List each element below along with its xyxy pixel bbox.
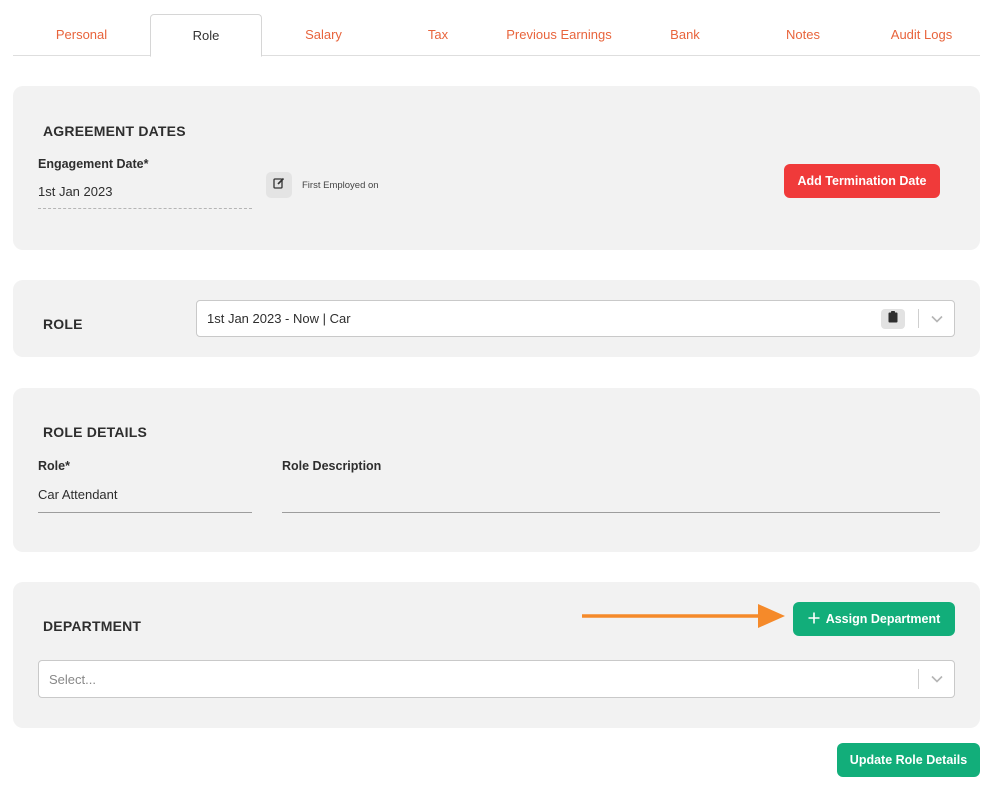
annotation-arrow-icon xyxy=(582,604,785,628)
role-description-label: Role Description xyxy=(282,459,382,473)
chevron-down-icon[interactable] xyxy=(919,301,955,336)
clipboard-button[interactable] xyxy=(881,309,905,329)
plus-icon xyxy=(808,612,820,627)
update-role-details-button[interactable]: Update Role Details xyxy=(837,743,980,777)
tab-bar: Personal Role Salary Tax Previous Earnin… xyxy=(13,14,980,57)
role-period-value: 1st Jan 2023 - Now | Car xyxy=(207,311,351,326)
tab-audit-logs[interactable]: Audit Logs xyxy=(863,14,980,56)
chevron-down-icon[interactable] xyxy=(919,661,955,697)
role-details-title: ROLE DETAILS xyxy=(43,424,148,440)
department-select[interactable]: Select... xyxy=(38,660,955,698)
role-description-underline xyxy=(282,512,940,513)
tab-role[interactable]: Role xyxy=(150,14,262,57)
role-label: Role* xyxy=(38,459,70,473)
department-title: DEPARTMENT xyxy=(43,618,142,634)
agreement-dates-card: AGREEMENT DATES Engagement Date* 1st Jan… xyxy=(13,86,980,250)
agreement-dates-title: AGREEMENT DATES xyxy=(43,123,186,139)
tab-personal[interactable]: Personal xyxy=(13,14,150,56)
role-value[interactable]: Car Attendant xyxy=(38,487,118,502)
role-underline xyxy=(38,512,252,513)
engagement-date-value[interactable]: 1st Jan 2023 xyxy=(38,184,112,199)
tab-tax[interactable]: Tax xyxy=(385,14,491,56)
engagement-date-underline xyxy=(38,208,252,209)
tab-bank[interactable]: Bank xyxy=(627,14,743,56)
edit-first-employed-button[interactable] xyxy=(266,172,292,198)
role-period-select[interactable]: 1st Jan 2023 - Now | Car xyxy=(196,300,955,337)
tab-notes[interactable]: Notes xyxy=(743,14,863,56)
tab-salary[interactable]: Salary xyxy=(262,14,385,56)
edit-icon xyxy=(273,176,285,194)
add-termination-date-button[interactable]: Add Termination Date xyxy=(784,164,940,198)
role-card: ROLE 1st Jan 2023 - Now | Car xyxy=(13,280,980,357)
assign-department-label: Assign Department xyxy=(825,612,941,626)
first-employed-note: First Employed on xyxy=(302,180,379,191)
role-title: ROLE xyxy=(43,316,83,332)
department-card: DEPARTMENT Assign Department Select... xyxy=(13,582,980,728)
department-select-placeholder: Select... xyxy=(49,671,96,687)
role-details-card: ROLE DETAILS Role* Car Attendant Role De… xyxy=(13,388,980,552)
engagement-date-label: Engagement Date* xyxy=(38,157,149,171)
clipboard-icon xyxy=(888,310,898,328)
assign-department-button[interactable]: Assign Department xyxy=(793,602,955,636)
tab-previous-earnings[interactable]: Previous Earnings xyxy=(491,14,627,56)
